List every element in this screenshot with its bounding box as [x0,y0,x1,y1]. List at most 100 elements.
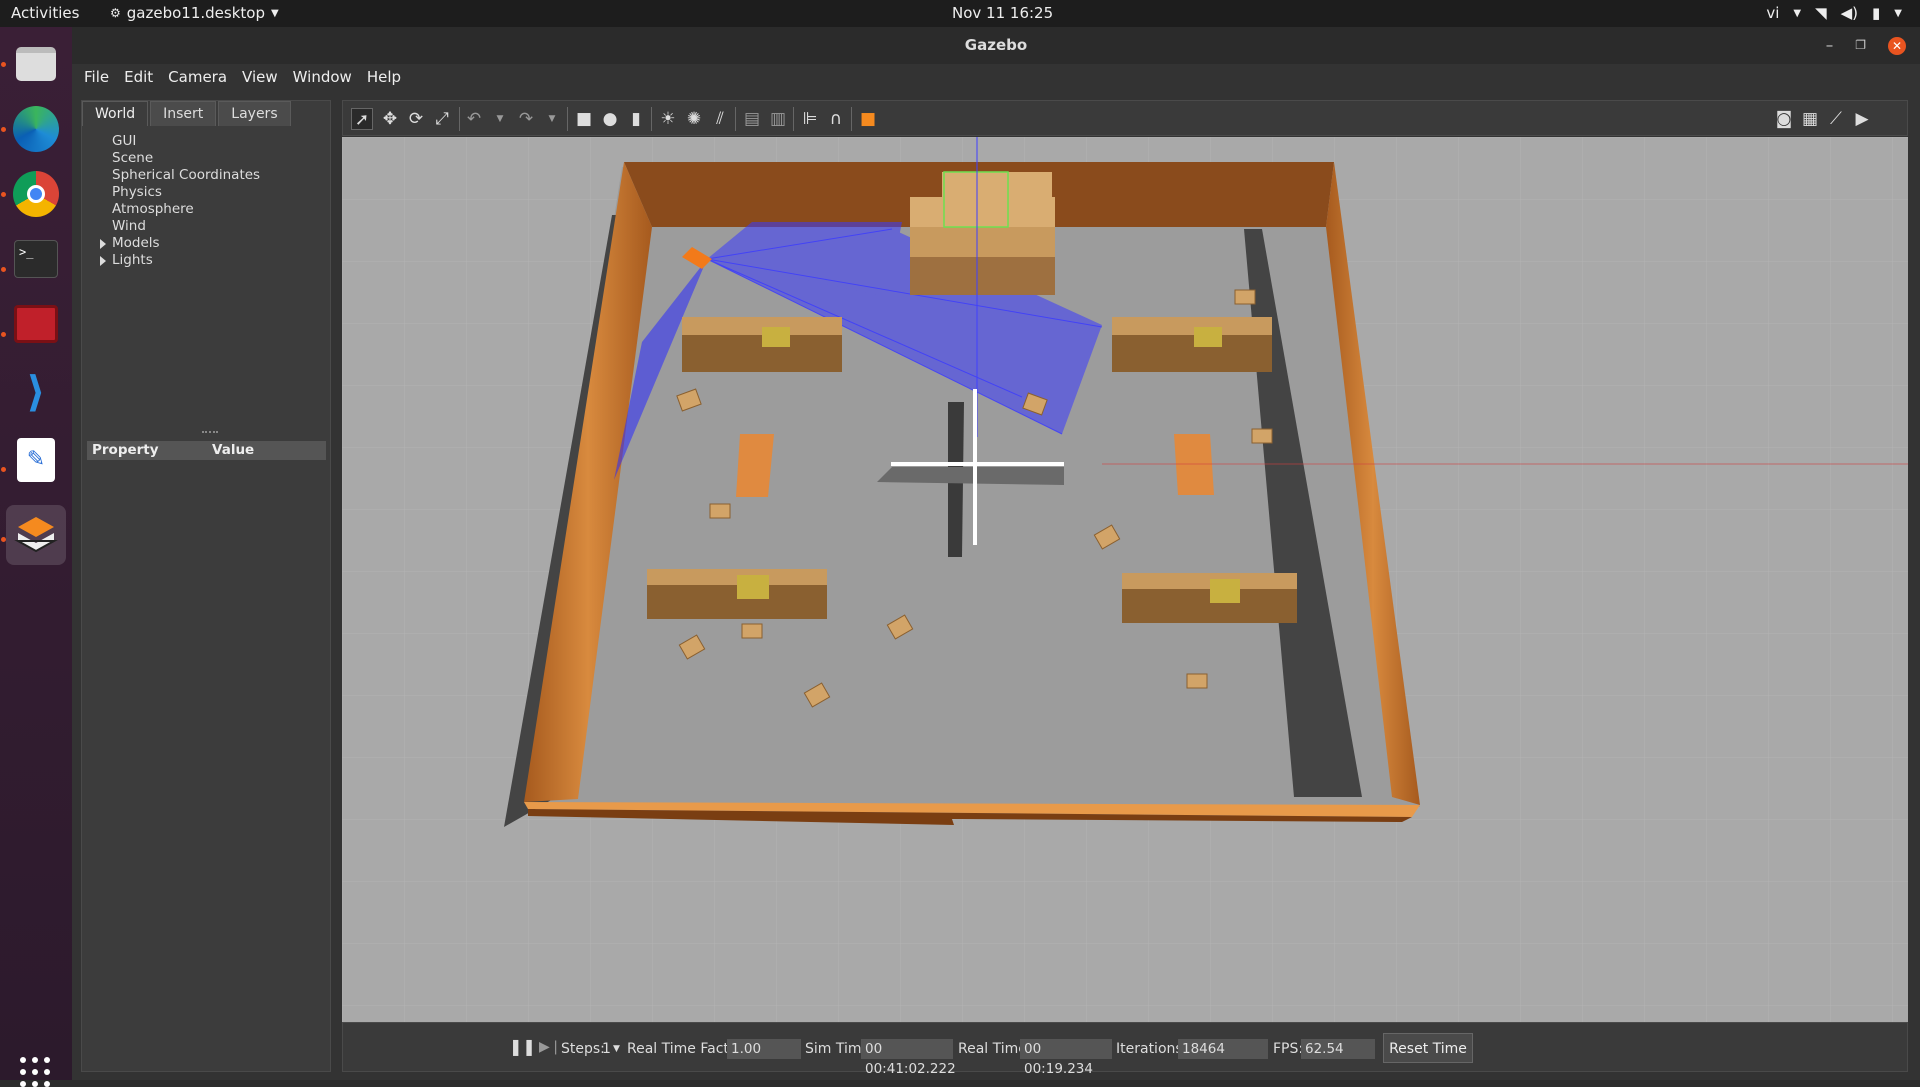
menu-help[interactable]: Help [367,68,410,86]
left-panel: World Insert Layers GUI Scene Spherical … [81,100,331,1072]
edge-icon [13,106,59,152]
minimize-button[interactable]: – [1826,27,1834,64]
menu-view[interactable]: View [242,68,287,86]
step-icon[interactable]: ▶❘ [539,1039,562,1055]
shelf-ne[interactable] [1112,317,1272,372]
tree-item-physics[interactable]: Physics [100,184,260,201]
fps-label: FPS: [1273,1041,1304,1057]
rotate-mode-icon[interactable]: ⟳ [405,108,427,130]
shelf-sw[interactable] [647,569,827,619]
tree-item-spherical-coordinates[interactable]: Spherical Coordinates [100,167,260,184]
scale-mode-icon[interactable]: ⤢ [431,108,453,130]
chevron-down-icon: ▼ [1894,7,1902,19]
chrome-icon [13,171,59,217]
world-tree: GUI Scene Spherical Coordinates Physics … [100,133,260,269]
tree-item-lights[interactable]: Lights [100,252,260,269]
menu-bar: File Edit Camera View Window Help [72,64,1920,90]
splitter-handle[interactable] [202,431,218,433]
change-view-icon[interactable]: ■ [857,108,879,130]
spot-light-icon[interactable]: ✺ [683,108,705,130]
redo-icon[interactable]: ↷ [515,108,537,130]
redo-history-icon[interactable]: ▼ [541,108,563,130]
expand-arrow-icon[interactable] [100,239,106,249]
align-icon[interactable]: ⊫ [799,108,821,130]
steps-label: Steps: [561,1041,605,1057]
screenshot-icon[interactable]: ◙ [1773,108,1795,130]
panel-tabs: World Insert Layers [82,101,291,126]
window-title: Gazebo [964,36,1028,54]
volume-icon: ◀) [1840,4,1859,22]
battery-icon: ▮ [1872,4,1881,22]
activities-button[interactable]: Activities [11,4,79,22]
dock-gazebo[interactable] [6,505,66,565]
dock-files[interactable] [6,34,66,94]
select-mode-icon[interactable]: ➚ [351,108,373,130]
scene-render[interactable] [342,137,1908,1022]
tab-layers[interactable]: Layers [218,101,291,126]
text-editor-icon: ✎ [17,438,55,482]
menu-camera[interactable]: Camera [168,68,236,86]
files-icon [16,47,56,81]
expand-arrow-icon[interactable] [100,256,106,266]
3d-viewport[interactable] [342,137,1908,1022]
pause-icon[interactable]: ❚❚ [509,1037,536,1056]
point-light-icon[interactable]: ☀ [657,108,679,130]
property-column-header: Property [92,442,159,458]
tree-item-models-label: Models [112,235,160,251]
table-left[interactable] [736,434,774,497]
video-record-icon[interactable]: ▶ [1851,108,1873,130]
close-button[interactable]: ✕ [1888,36,1906,55]
iterations-label: Iterations: [1116,1041,1188,1057]
menu-file[interactable]: File [84,68,118,86]
vscode-icon: ⟩ [26,367,46,416]
maximize-button[interactable]: ❐ [1855,27,1866,64]
undo-icon[interactable]: ↶ [463,108,485,130]
show-applications-button[interactable] [20,1057,50,1087]
iterations-field: 18464 [1178,1039,1268,1059]
dock-app-red[interactable] [6,294,66,354]
simulation-status-bar: ❚❚ ▶❘ Steps: 1 ▼ Real Time Factor: 1.00 … [342,1022,1908,1077]
menu-edit[interactable]: Edit [124,68,162,86]
value-column-header: Value [212,442,255,458]
dock-terminal[interactable]: >_ [6,229,66,289]
undo-history-icon[interactable]: ▼ [489,108,511,130]
gear-icon: ⚙ [110,6,121,20]
tree-item-atmosphere[interactable]: Atmosphere [100,201,260,218]
directional-light-icon[interactable]: ⫽ [709,108,731,130]
translate-mode-icon[interactable]: ✥ [379,108,401,130]
dock-vscode[interactable]: ⟩ [6,362,66,422]
gazebo-window: Gazebo – ❐ ✕ File Edit Camera View Windo… [72,27,1920,1080]
clock[interactable]: Nov 11 16:25 [952,4,1053,22]
tree-item-wind[interactable]: Wind [100,218,260,235]
shelf-nw[interactable] [682,317,842,372]
tree-item-scene[interactable]: Scene [100,150,260,167]
shelf-se[interactable] [1122,573,1297,623]
tab-insert[interactable]: Insert [150,101,217,126]
steps-value[interactable]: 1 [602,1041,611,1057]
input-language[interactable]: vi [1766,4,1779,22]
real-time-field: 00 00:19.234 [1020,1039,1112,1077]
snap-icon[interactable]: ∩ [825,108,847,130]
tree-item-models[interactable]: Models [100,235,260,252]
chevron-down-icon[interactable]: ▼ [613,1044,620,1054]
top-bar: Activities ⚙ gazebo11.desktop ▼ Nov 11 1… [0,0,1920,27]
menu-window[interactable]: Window [293,68,361,86]
gazebo-icon [14,517,58,553]
dock: >_ ⟩ ✎ [0,27,72,1087]
dock-chrome[interactable] [6,164,66,224]
log-icon[interactable]: ▦ [1799,108,1821,130]
dock-edge[interactable] [6,99,66,159]
wifi-icon: ◥ [1815,4,1827,22]
paste-icon[interactable]: ▥ [767,108,789,130]
tab-world[interactable]: World [82,101,149,126]
box-shape-icon[interactable]: ■ [573,108,595,130]
tree-item-gui[interactable]: GUI [100,133,260,150]
sphere-shape-icon[interactable]: ● [599,108,621,130]
cylinder-shape-icon[interactable]: ▮ [625,108,647,130]
app-menu[interactable]: ⚙ gazebo11.desktop ▼ [110,4,279,22]
dock-text-editor[interactable]: ✎ [6,430,66,490]
copy-icon[interactable]: ▤ [741,108,763,130]
plot-icon[interactable]: ⟋ [1825,108,1847,130]
reset-time-button[interactable]: Reset Time [1383,1033,1473,1063]
system-tray[interactable]: vi ▼ ◥ ◀) ▮ ▼ [1766,4,1902,22]
